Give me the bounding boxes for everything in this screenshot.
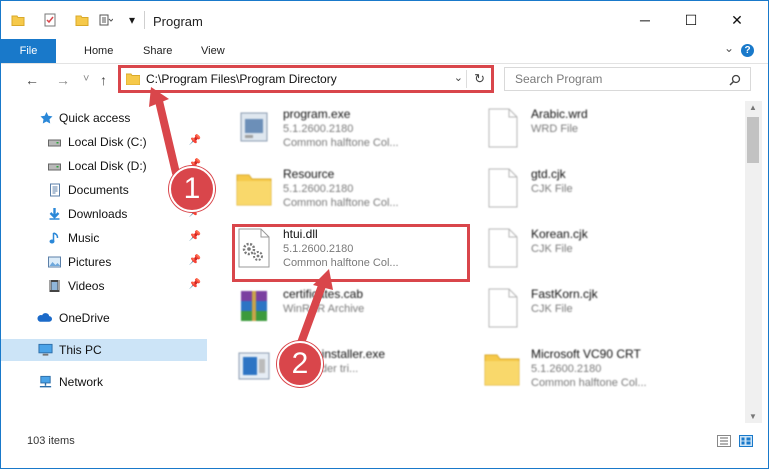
arrow-2-head — [313, 269, 333, 290]
callout-step-2: 2 — [277, 341, 323, 387]
callout-step-1: 1 — [169, 166, 215, 212]
explorer-window: ▾ Program ─ ☐ ✕ File Home Share View ⌄ ?… — [0, 0, 769, 469]
annotation-arrows — [149, 87, 333, 355]
arrow-1-shaft — [155, 97, 180, 177]
